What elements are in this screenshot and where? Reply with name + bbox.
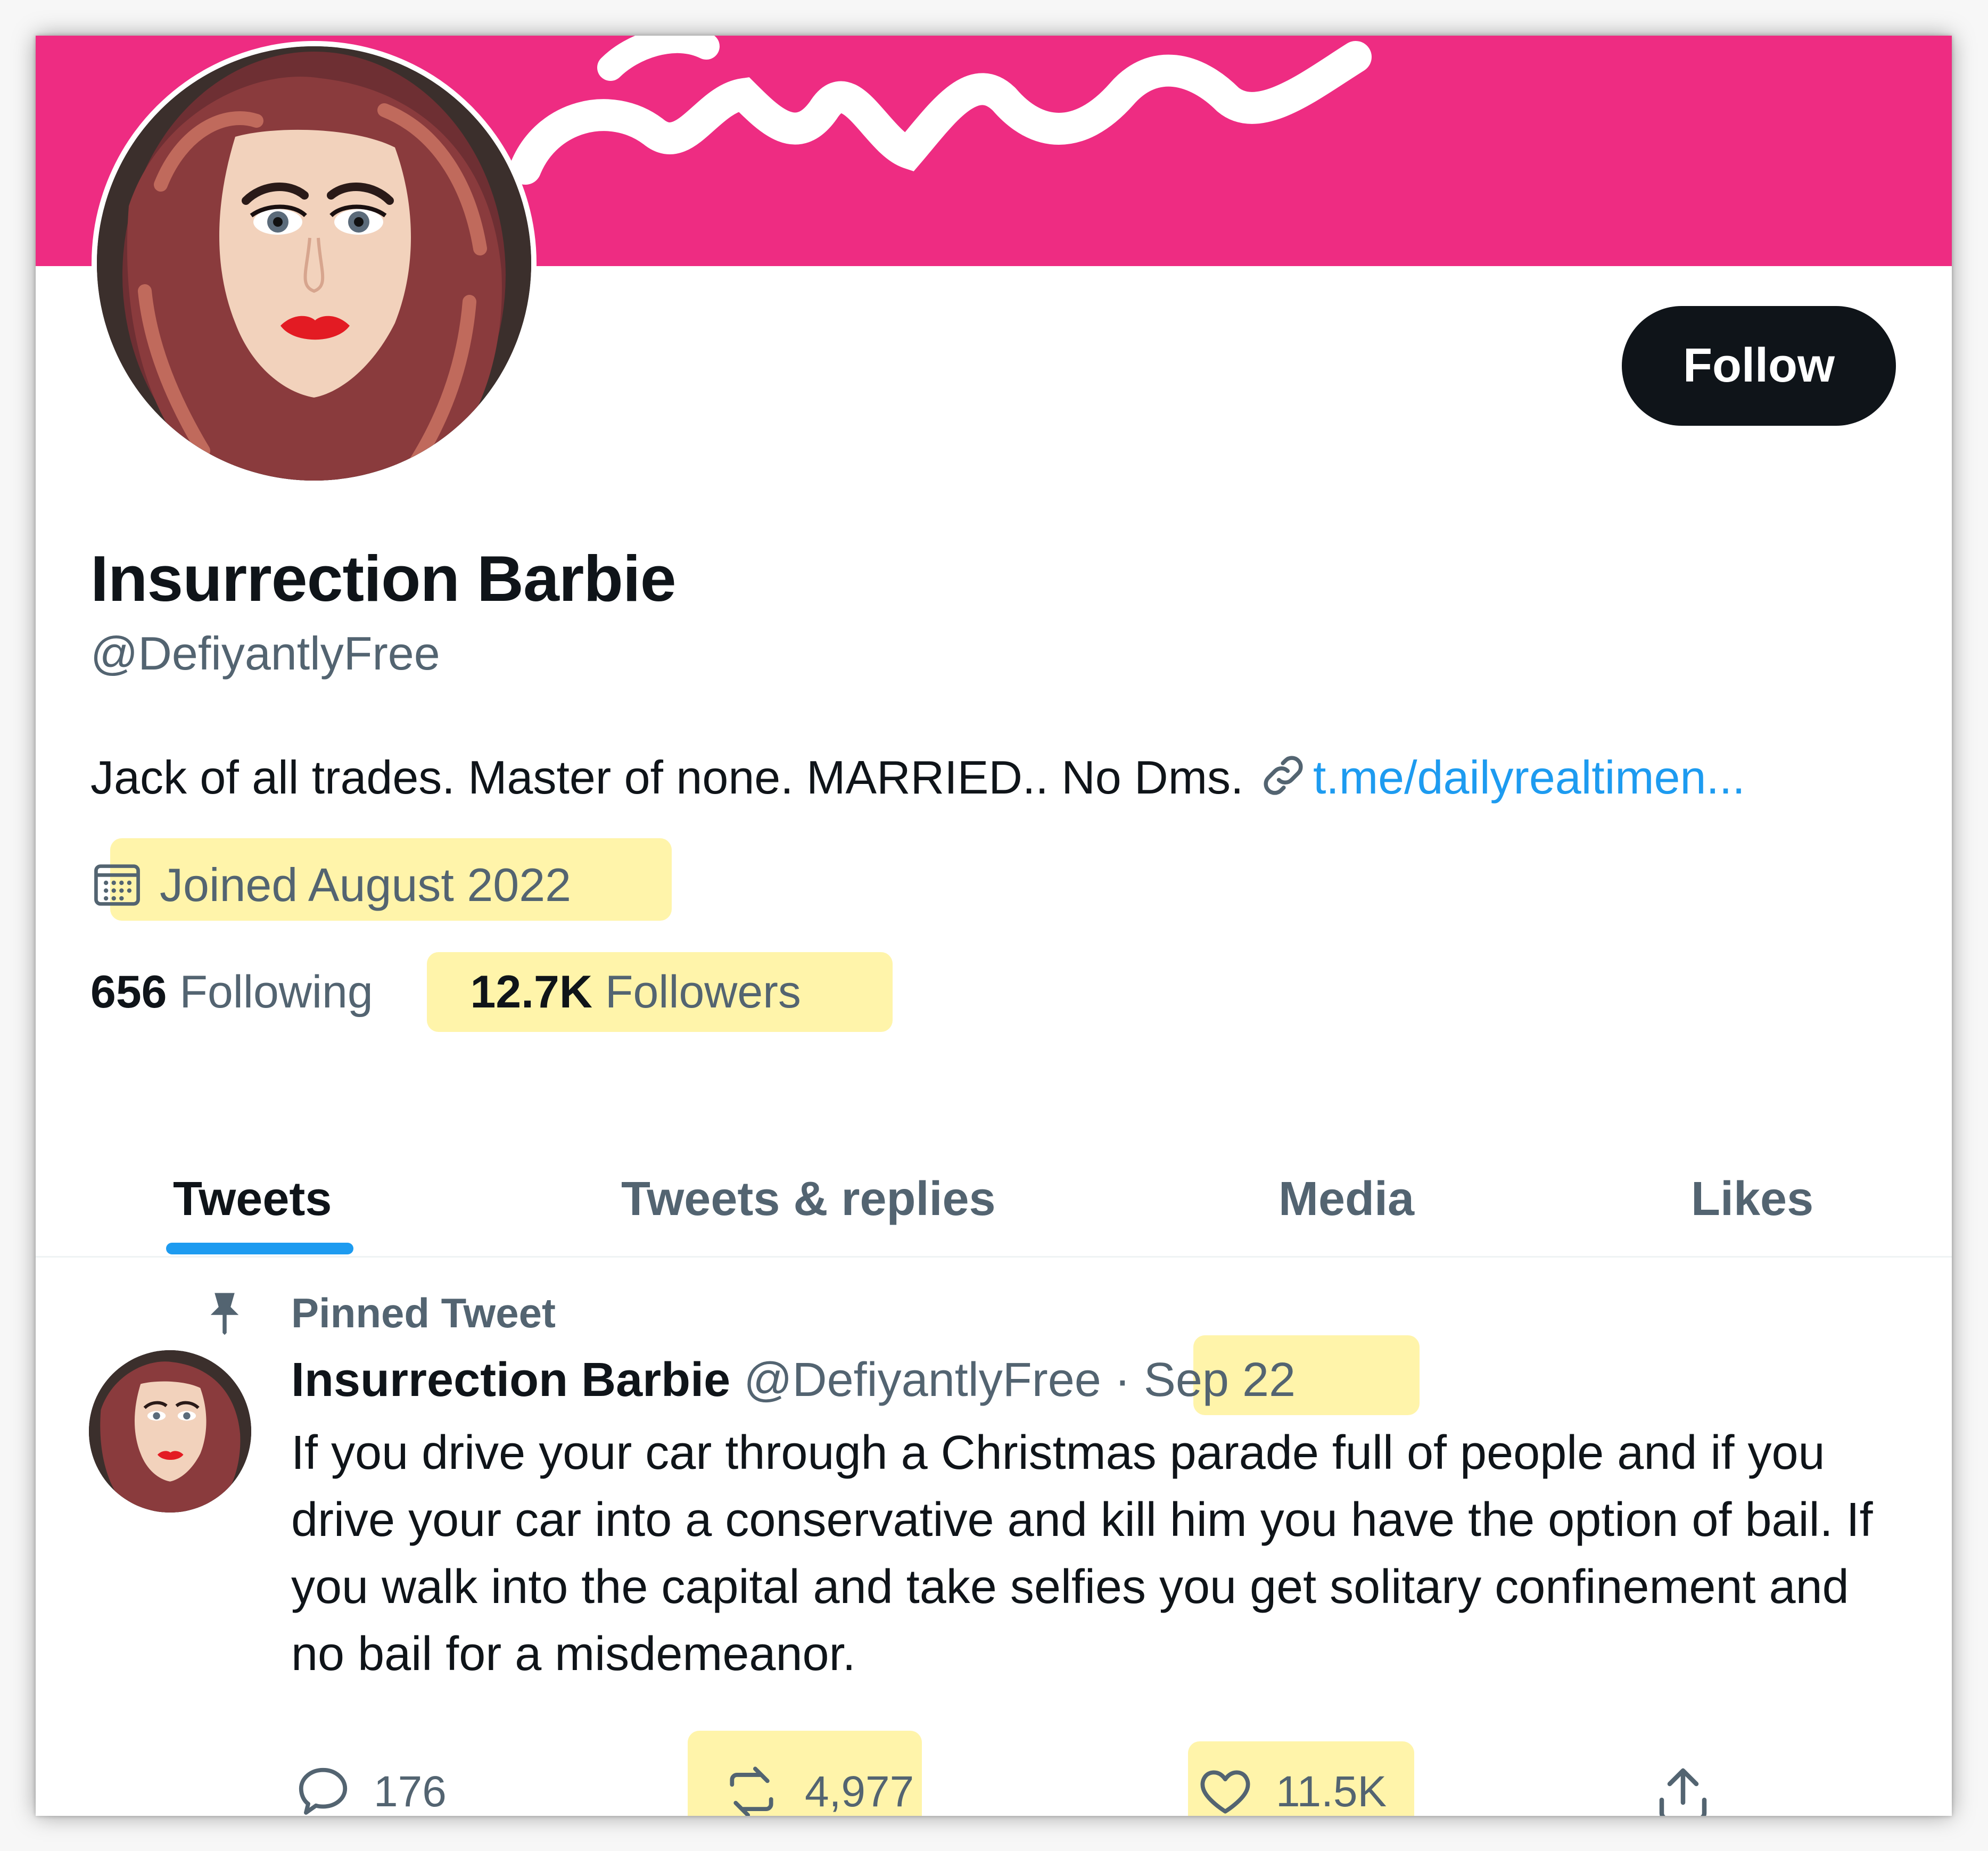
calendar-icon — [94, 864, 140, 906]
tweet-header: Insurrection Barbie @DefiyantlyFree · Se… — [291, 1353, 1296, 1408]
followers-link[interactable]: 12.7K Followers — [471, 966, 801, 1018]
followers-count: 12.7K — [470, 966, 593, 1018]
profile-tabs: Tweets Tweets & replies Media Likes — [36, 1132, 1952, 1292]
joined-text: Joined August 2022 — [160, 858, 572, 911]
profile-handle: @DefiyantlyFree — [90, 627, 440, 680]
reply-button[interactable]: 176 — [294, 1763, 447, 1816]
pinned-label: Pinned Tweet — [291, 1290, 556, 1336]
active-tab-indicator — [166, 1243, 353, 1254]
reply-icon — [299, 1767, 348, 1815]
profile-avatar[interactable] — [92, 41, 537, 486]
profile-stats: 656 Following 12.7K Followers — [90, 966, 801, 1019]
share-button[interactable] — [1651, 1763, 1736, 1816]
tab-tweets[interactable]: Tweets — [173, 1172, 332, 1227]
tweet-author[interactable]: Insurrection Barbie — [291, 1353, 730, 1407]
retweet-icon — [730, 1766, 773, 1816]
tab-tweets-replies[interactable]: Tweets & replies — [621, 1172, 996, 1227]
tweet-separator: · — [1114, 1353, 1131, 1407]
tweet-handle[interactable]: @DefiyantlyFree — [744, 1353, 1101, 1407]
profile-name: Insurrection Barbie — [90, 542, 677, 615]
tweet-text: If you drive your car through a Christma… — [291, 1426, 1873, 1681]
tabs-divider — [36, 1256, 1952, 1258]
tab-media[interactable]: Media — [1278, 1172, 1414, 1227]
tweet-actions: 176 4,977 11.5K — [36, 1763, 1952, 1816]
like-count: 11.5K — [1276, 1767, 1387, 1816]
reply-count: 176 — [374, 1767, 447, 1816]
link-icon — [1257, 749, 1310, 813]
tweet-date[interactable]: Sep 22 — [1144, 1353, 1296, 1407]
following-count: 656 — [90, 966, 167, 1018]
profile-card: Follow Insurrection Barbie @DefiyantlyFr… — [36, 36, 1952, 1816]
tweet-avatar[interactable] — [89, 1350, 251, 1513]
like-button[interactable]: 11.5K — [1196, 1763, 1387, 1816]
retweet-button[interactable]: 4,977 — [720, 1763, 914, 1816]
follow-button[interactable]: Follow — [1622, 306, 1896, 426]
share-icon — [1659, 1768, 1707, 1816]
profile-joined: Joined August 2022 — [90, 858, 571, 912]
like-icon — [1200, 1770, 1250, 1814]
bio-link[interactable]: t.me/dailyrealtimen... — [1313, 751, 1745, 804]
bio-text: Jack of all trades. Master of none. MARR… — [90, 750, 1244, 804]
followers-label: Followers — [605, 966, 801, 1018]
pin-icon — [201, 1286, 249, 1342]
following-label: Following — [179, 966, 373, 1018]
profile-bio: Jack of all trades. Master of none. MARR… — [90, 749, 1745, 813]
following-link[interactable]: 656 Following — [90, 966, 373, 1018]
retweet-count: 4,977 — [805, 1767, 914, 1816]
tab-likes[interactable]: Likes — [1691, 1172, 1813, 1227]
